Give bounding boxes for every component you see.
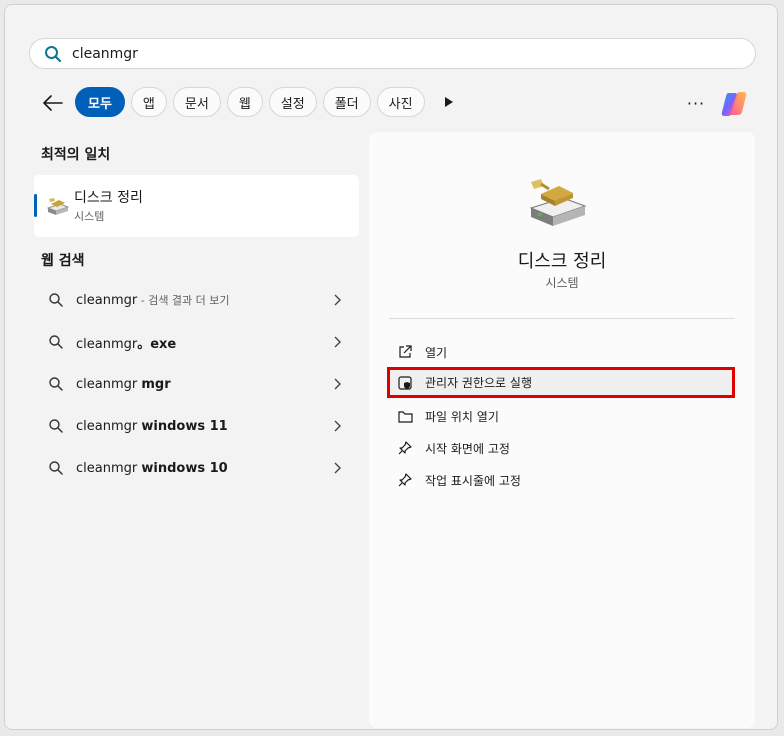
best-match-heading: 최적의 일치 xyxy=(41,147,111,163)
more-options-icon[interactable]: ··· xyxy=(685,92,707,114)
filter-tab-web[interactable]: 웹 xyxy=(226,87,263,117)
filter-tab-folders[interactable]: 폴더 xyxy=(322,87,371,117)
action-label: 작업 표시줄에 고정 xyxy=(425,473,521,488)
chevron-right-icon xyxy=(329,292,345,308)
pin-icon xyxy=(397,472,413,488)
search-icon xyxy=(48,460,64,476)
action-label: 파일 위치 열기 xyxy=(425,409,499,424)
action-pin-to-start[interactable]: 시작 화면에 고정 xyxy=(391,434,733,462)
best-match-type: 시스템 xyxy=(74,210,105,223)
chevron-right-icon xyxy=(329,460,345,476)
search-icon xyxy=(48,418,64,434)
web-result-query: cleanmgr xyxy=(76,336,138,352)
action-label: 시작 화면에 고정 xyxy=(425,441,510,456)
best-match-name: 디스크 정리 xyxy=(74,190,143,206)
chevron-right-icon xyxy=(329,334,345,350)
web-result-0[interactable]: cleanmgr - 검색 결과 더 보기 xyxy=(34,281,359,319)
search-input-value[interactable]: cleanmgr xyxy=(72,46,138,62)
detail-subtitle: 시스템 xyxy=(545,276,579,290)
selection-indicator xyxy=(34,194,37,217)
copilot-icon[interactable] xyxy=(719,89,749,119)
web-result-suffix: windows 10 xyxy=(141,460,228,476)
action-open-file-location[interactable]: 파일 위치 열기 xyxy=(391,402,733,430)
filter-tabs: 모두 앱 문서 웹 설정 폴더 사진 xyxy=(75,87,425,117)
search-icon xyxy=(48,292,64,308)
search-icon xyxy=(44,45,62,63)
back-arrow-icon[interactable] xyxy=(41,91,65,115)
web-result-3[interactable]: cleanmgr windows 11 xyxy=(34,407,359,445)
web-result-query: cleanmgr xyxy=(76,293,138,308)
filter-tab-photos[interactable]: 사진 xyxy=(376,87,425,117)
disk-cleanup-icon xyxy=(46,195,70,217)
disk-cleanup-large-icon xyxy=(527,176,589,228)
filter-tab-settings[interactable]: 설정 xyxy=(268,87,317,117)
web-search-heading: 웹 검색 xyxy=(41,253,85,269)
shield-icon xyxy=(397,375,413,391)
web-result-2[interactable]: cleanmgr mgr xyxy=(34,365,359,403)
web-result-hint: - 검색 결과 더 보기 xyxy=(137,294,230,307)
web-result-suffix: 。exe xyxy=(137,336,177,352)
start-search-window: cleanmgr 모두 앱 문서 웹 설정 폴더 사진 ··· 최적의 일치 디… xyxy=(4,4,778,730)
play-icon[interactable] xyxy=(441,94,457,110)
detail-pane: 디스크 정리 시스템 열기 관리자 권한으로 실행 파일 위치 열기 시작 화면… xyxy=(369,132,755,728)
action-pin-to-taskbar[interactable]: 작업 표시줄에 고정 xyxy=(391,466,733,494)
open-external-icon xyxy=(397,344,413,360)
search-box[interactable]: cleanmgr xyxy=(29,38,756,69)
action-run-as-admin[interactable]: 관리자 권한으로 실행 xyxy=(387,367,735,398)
divider xyxy=(389,318,735,319)
action-label: 관리자 권한으로 실행 xyxy=(425,376,532,390)
filter-tab-apps[interactable]: 앱 xyxy=(130,87,167,117)
chevron-right-icon xyxy=(329,376,345,392)
search-icon xyxy=(48,376,64,392)
web-result-query: cleanmgr xyxy=(76,460,142,476)
search-icon xyxy=(48,334,64,350)
best-match-item[interactable]: 디스크 정리 시스템 xyxy=(34,175,359,237)
folder-icon xyxy=(397,408,413,424)
web-result-query: cleanmgr xyxy=(76,418,142,434)
filter-tab-all[interactable]: 모두 xyxy=(75,87,125,117)
web-result-1[interactable]: cleanmgr。exe xyxy=(34,323,359,361)
detail-title: 디스크 정리 xyxy=(517,251,607,272)
chevron-right-icon xyxy=(329,418,345,434)
filter-tab-documents[interactable]: 문서 xyxy=(172,87,221,117)
pin-icon xyxy=(397,440,413,456)
web-result-suffix: windows 11 xyxy=(141,418,228,434)
web-result-query: cleanmgr xyxy=(76,376,142,392)
action-open[interactable]: 열기 xyxy=(391,338,733,366)
action-label: 열기 xyxy=(425,345,448,360)
web-result-suffix: mgr xyxy=(141,376,171,392)
web-result-4[interactable]: cleanmgr windows 10 xyxy=(34,449,359,487)
